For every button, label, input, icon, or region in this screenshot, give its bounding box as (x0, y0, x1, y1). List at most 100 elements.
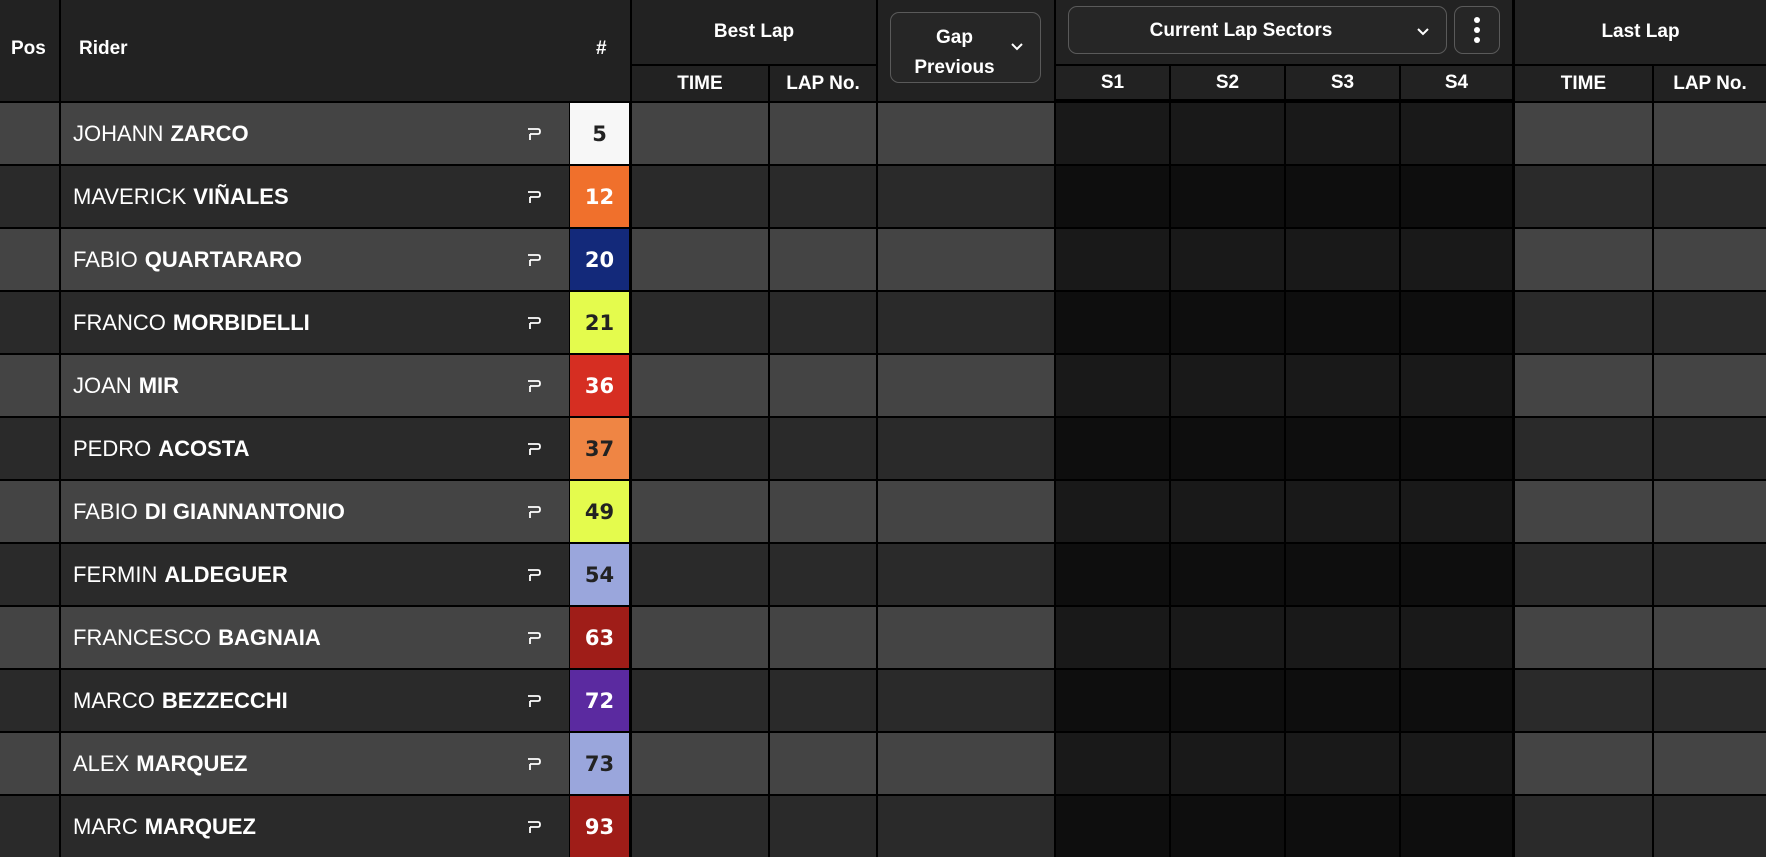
s3-cell (1286, 733, 1399, 794)
table-row[interactable]: FERMIN ALDEGUER 54 (0, 544, 1766, 605)
best-time-cell (632, 292, 768, 353)
p-marker-icon (528, 316, 541, 329)
best-lapno-cell (770, 481, 876, 542)
pos-cell (0, 418, 59, 479)
last-time-cell (1515, 229, 1652, 290)
p-marker-icon (528, 694, 541, 707)
rider-last-name: MIR (138, 372, 180, 398)
rider-name[interactable]: MARC MARQUEZ (73, 796, 256, 857)
s4-cell (1401, 733, 1512, 794)
rider-number-badge: 49 (570, 481, 629, 542)
rider-name[interactable]: FRANCO MORBIDELLI (73, 292, 310, 353)
s2-header: S2 (1171, 66, 1284, 99)
s3-cell (1286, 544, 1399, 605)
s1-cell (1056, 103, 1169, 164)
s2-label: S2 (1215, 71, 1240, 93)
pos-cell (0, 103, 59, 164)
rider-number-badge: 12 (570, 166, 629, 227)
rider-last-name: ALDEGUER (164, 561, 288, 587)
number-header-label: # (596, 38, 607, 59)
rider-last-name: ACOSTA (158, 435, 250, 461)
last-lapno-cell (1654, 418, 1766, 479)
gap-cell (878, 103, 1054, 164)
s3-cell (1286, 670, 1399, 731)
s3-cell (1286, 292, 1399, 353)
rider-name[interactable]: MARCO BEZZECCHI (73, 670, 288, 731)
best-lapno-label: LAP No. (786, 72, 860, 94)
best-lapno-cell (770, 166, 876, 227)
options-menu-button[interactable] (1454, 6, 1500, 54)
last-lapno-cell (1654, 544, 1766, 605)
s1-cell (1056, 481, 1169, 542)
rider-first-name: FRANCESCO (73, 624, 212, 650)
last-time-cell (1515, 103, 1652, 164)
rider-number-badge: 54 (570, 544, 629, 605)
best-time-cell (632, 670, 768, 731)
last-lapno-cell (1654, 481, 1766, 542)
rider-name[interactable]: FABIO QUARTARARO (73, 229, 302, 290)
last-time-cell (1515, 355, 1652, 416)
rider-first-name: FABIO (73, 498, 138, 524)
last-time-header: TIME (1515, 66, 1652, 101)
gap-previous-dropdown[interactable]: Gap Previous (890, 12, 1041, 83)
table-row[interactable]: PEDRO ACOSTA 37 (0, 418, 1766, 479)
rider-name[interactable]: JOHANN ZARCO (73, 103, 249, 164)
rider-number-badge: 21 (570, 292, 629, 353)
s3-cell (1286, 229, 1399, 290)
gap-cell (878, 544, 1054, 605)
best-lapno-header: LAP No. (770, 66, 876, 101)
table-row[interactable]: FABIO DI GIANNANTONIO 49 (0, 481, 1766, 542)
s2-cell (1171, 355, 1284, 416)
rider-number-badge: 72 (570, 670, 629, 731)
gap-cell (878, 229, 1054, 290)
rider-last-name: QUARTARARO (144, 246, 303, 272)
gap-cell (878, 796, 1054, 857)
table-row[interactable]: FRANCESCO BAGNAIA 63 (0, 607, 1766, 668)
rider-last-name: BEZZECCHI (161, 687, 288, 713)
rider-first-name: PEDRO (73, 435, 152, 461)
best-lap-label: Best Lap (713, 21, 795, 42)
gap-cell (878, 670, 1054, 731)
rider-name[interactable]: JOAN MIR (73, 355, 179, 416)
p-marker-icon (528, 127, 541, 140)
p-marker-icon (528, 568, 541, 581)
pos-cell (0, 292, 59, 353)
p-marker-icon (528, 505, 541, 518)
s1-cell (1056, 292, 1169, 353)
s4-cell (1401, 607, 1512, 668)
rider-name[interactable]: PEDRO ACOSTA (73, 418, 250, 479)
s4-cell (1401, 418, 1512, 479)
table-row[interactable]: ALEX MARQUEZ 73 (0, 733, 1766, 794)
pos-cell (0, 166, 59, 227)
s4-cell (1401, 355, 1512, 416)
s3-cell (1286, 607, 1399, 668)
s1-cell (1056, 733, 1169, 794)
best-lapno-cell (770, 796, 876, 857)
table-row[interactable]: JOAN MIR 36 (0, 355, 1766, 416)
last-time-cell (1515, 670, 1652, 731)
rider-name[interactable]: FABIO DI GIANNANTONIO (73, 481, 345, 542)
table-row[interactable]: FABIO QUARTARARO 20 (0, 229, 1766, 290)
current-lap-sectors-dropdown[interactable]: Current Lap Sectors (1068, 6, 1447, 54)
gap-cell (878, 292, 1054, 353)
last-time-cell (1515, 733, 1652, 794)
rider-first-name: FERMIN (73, 561, 158, 587)
rider-number-badge: 5 (570, 103, 629, 164)
gap-cell (878, 355, 1054, 416)
rider-name[interactable]: FRANCESCO BAGNAIA (73, 607, 321, 668)
rider-name[interactable]: MAVERICK VIÑALES (73, 166, 289, 227)
table-row[interactable]: FRANCO MORBIDELLI 21 (0, 292, 1766, 353)
table-row[interactable]: MARCO BEZZECCHI 72 (0, 670, 1766, 731)
best-lapno-cell (770, 733, 876, 794)
last-lapno-cell (1654, 796, 1766, 857)
rider-last-name: BAGNAIA (218, 624, 321, 650)
rider-name[interactable]: FERMIN ALDEGUER (73, 544, 288, 605)
table-row[interactable]: MARC MARQUEZ 93 (0, 796, 1766, 857)
s2-cell (1171, 292, 1284, 353)
s2-cell (1171, 481, 1284, 542)
table-row[interactable]: MAVERICK VIÑALES 12 (0, 166, 1766, 227)
last-lapno-cell (1654, 103, 1766, 164)
best-time-cell (632, 418, 768, 479)
table-row[interactable]: JOHANN ZARCO 5 (0, 103, 1766, 164)
rider-name[interactable]: ALEX MARQUEZ (73, 733, 247, 794)
